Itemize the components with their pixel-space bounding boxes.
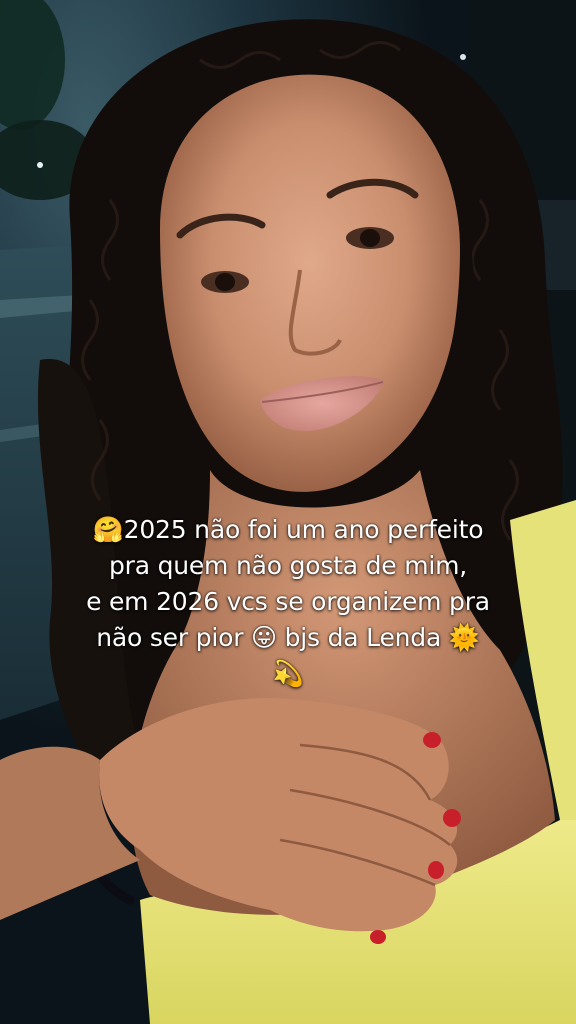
caption-line: e em 2026 vcs se organizem pra (86, 587, 490, 616)
story-view: 🤗2025 não foi um ano perfeito pra quem n… (0, 0, 576, 1024)
caption-line: não ser pior 😛 bjs da Lenda 🌞 (96, 623, 480, 652)
caption-line: 🤗2025 não foi um ano perfeito (92, 515, 484, 544)
story-caption: 🤗2025 não foi um ano perfeito pra quem n… (20, 512, 556, 692)
caption-line: 💫 (272, 659, 304, 688)
caption-line: pra quem não gosta de mim, (108, 551, 468, 580)
